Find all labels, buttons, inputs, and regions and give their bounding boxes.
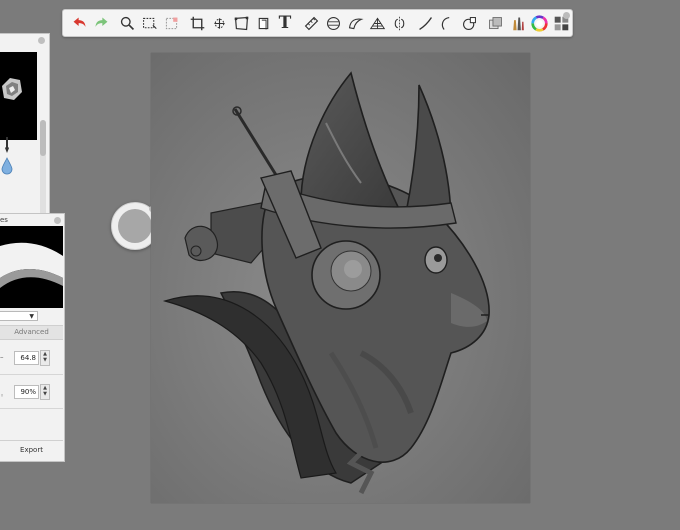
brush-library-icon[interactable] bbox=[506, 12, 528, 34]
divider bbox=[0, 408, 63, 409]
field-2-label-mark: ◦ bbox=[0, 392, 5, 400]
curve-preset-dropdown[interactable]: ▼ bbox=[0, 311, 38, 321]
french-curve-icon[interactable] bbox=[344, 12, 366, 34]
magnifier-icon[interactable] bbox=[116, 12, 138, 34]
brush-panel bbox=[0, 33, 50, 218]
toolbar-close-button[interactable] bbox=[563, 12, 570, 19]
droplet-icon[interactable] bbox=[0, 157, 14, 175]
ellipse-guide-icon[interactable] bbox=[322, 12, 344, 34]
brush-panel-close-button[interactable] bbox=[38, 37, 45, 44]
ruler-icon[interactable] bbox=[300, 12, 322, 34]
redo-icon[interactable] bbox=[90, 12, 112, 34]
stroke-icon[interactable] bbox=[414, 12, 436, 34]
layer-icon[interactable] bbox=[484, 12, 506, 34]
undo-icon[interactable] bbox=[68, 12, 90, 34]
pen-icon[interactable] bbox=[0, 136, 14, 154]
rect-select-icon[interactable] bbox=[138, 12, 160, 34]
drawing-canvas[interactable] bbox=[151, 53, 530, 503]
scrollbar-thumb[interactable] bbox=[40, 120, 46, 156]
current-color-swatch[interactable] bbox=[118, 209, 152, 243]
tab-advanced[interactable]: Advanced bbox=[0, 325, 63, 340]
artwork bbox=[151, 53, 530, 503]
curves-panel-title: es bbox=[0, 216, 8, 224]
color-wheel-icon[interactable] bbox=[528, 12, 550, 34]
brush-panel-scrollbar[interactable] bbox=[40, 120, 46, 218]
chevron-down-icon: ▼ bbox=[29, 313, 34, 320]
curves-panel: es ▼ Advanced – 64.8 ▲ ▼ ◦ 90% ▲ ▼ Export bbox=[0, 213, 65, 462]
brush-curve-preview[interactable] bbox=[0, 226, 63, 308]
transform-icon[interactable] bbox=[208, 12, 230, 34]
field-1-label-mark: – bbox=[0, 353, 4, 361]
brush-preview bbox=[0, 52, 37, 140]
main-toolbar: T bbox=[62, 9, 573, 37]
layer-stack-icon[interactable] bbox=[252, 12, 274, 34]
text-tool-icon[interactable]: T bbox=[274, 12, 296, 34]
shape-icon[interactable] bbox=[458, 12, 480, 34]
symmetry-icon[interactable] bbox=[388, 12, 410, 34]
divider bbox=[0, 374, 63, 375]
size-field[interactable]: 64.8 bbox=[14, 351, 39, 365]
perspective-grid-icon[interactable] bbox=[366, 12, 388, 34]
curves-panel-close-button[interactable] bbox=[54, 217, 61, 224]
lasso-select-icon[interactable] bbox=[160, 12, 182, 34]
opacity-stepper[interactable]: ▲ ▼ bbox=[40, 384, 50, 400]
curve-tool-icon[interactable] bbox=[436, 12, 458, 34]
export-button[interactable]: Export bbox=[0, 440, 63, 461]
crop-icon[interactable] bbox=[186, 12, 208, 34]
size-stepper[interactable]: ▲ ▼ bbox=[40, 350, 50, 366]
distort-icon[interactable] bbox=[230, 12, 252, 34]
opacity-field[interactable]: 90% bbox=[14, 385, 39, 399]
